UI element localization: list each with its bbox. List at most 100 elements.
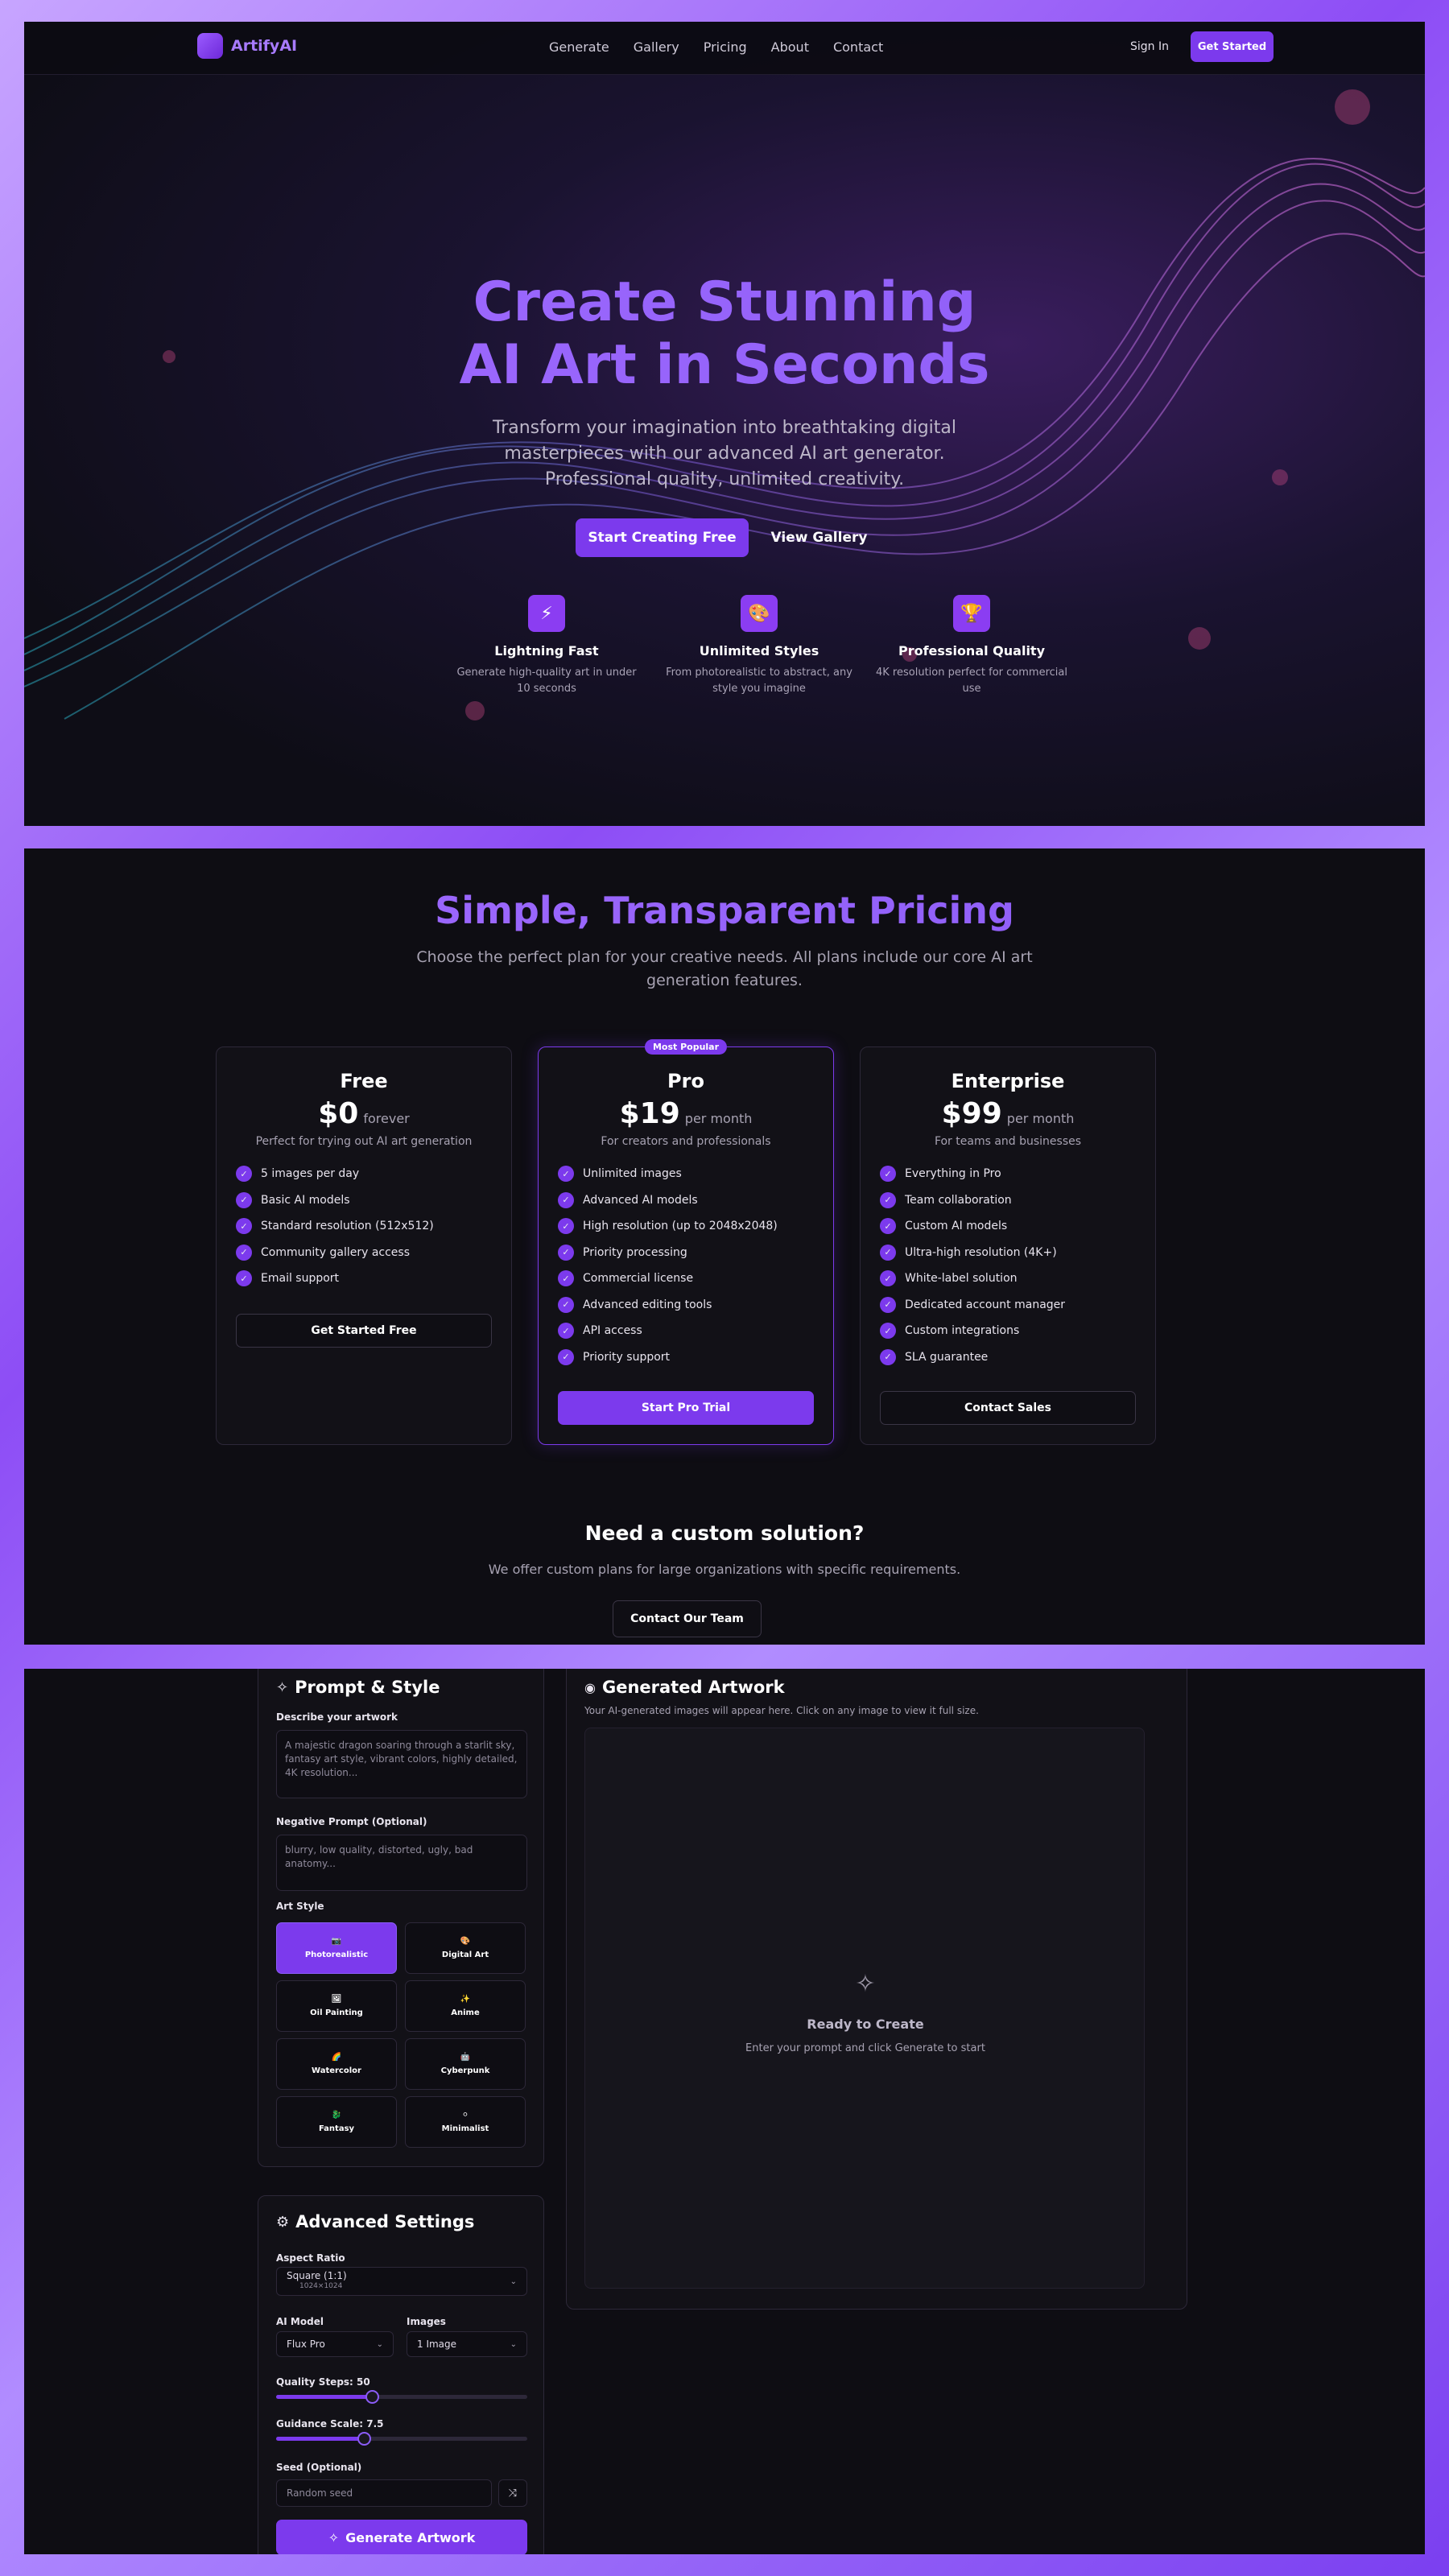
hero-subtitle: Transform your imagination into breathta… xyxy=(492,418,957,489)
feature-text: Standard resolution (512x512) xyxy=(261,1220,434,1233)
nav-link-pricing[interactable]: Pricing xyxy=(704,39,747,55)
contact-our-team-button[interactable]: Contact Our Team xyxy=(613,1600,762,1637)
describe-artwork-textarea[interactable]: A majestic dragon soaring through a star… xyxy=(276,1730,527,1798)
sparkle-icon: ✧ xyxy=(328,2529,340,2545)
slider-handle[interactable] xyxy=(357,2432,372,2446)
feature-text: Priority processing xyxy=(583,1245,687,1259)
style-oil-painting[interactable]: 🖼 Oil Painting xyxy=(276,1980,397,2032)
custom-solution-title: Need a custom solution? xyxy=(584,1521,865,1545)
shuffle-icon: ⤨ xyxy=(508,2487,518,2500)
feature-lightning-fast: ⚡ Lightning Fast Generate high-quality a… xyxy=(450,595,643,697)
list-item: ✓ Advanced AI models xyxy=(558,1187,833,1214)
check-icon: ✓ xyxy=(558,1348,574,1365)
style-photorealistic[interactable]: 📷 Photorealistic xyxy=(276,1922,397,1974)
generate-artwork-label: Generate Artwork xyxy=(345,2529,476,2545)
prompt-style-header: ✧ Prompt & Style xyxy=(276,1678,440,1697)
nav-link-generate[interactable]: Generate xyxy=(549,39,609,55)
feature-description: From photorealistic to abstract, any sty… xyxy=(666,667,852,695)
plan-period: per month xyxy=(684,1111,753,1126)
brand-logo[interactable]: ArtifyAI xyxy=(197,33,297,59)
chevron-down-icon: ⌄ xyxy=(376,2339,383,2349)
slider-fill xyxy=(276,2395,372,2399)
plan-name: Pro xyxy=(667,1070,704,1092)
feature-unlimited-styles: 🎨 Unlimited Styles From photorealistic t… xyxy=(663,595,856,697)
nav-link-gallery[interactable]: Gallery xyxy=(634,39,679,55)
top-navbar: ArtifyAI Generate Gallery Pricing About … xyxy=(24,22,1425,75)
list-item: ✓ Priority support xyxy=(558,1344,833,1371)
sparkle-icon: ✧ xyxy=(855,1970,876,1998)
get-started-button[interactable]: Get Started xyxy=(1191,31,1274,62)
aspect-ratio-select[interactable]: Square (1:1) 1024×1024 ⌄ xyxy=(276,2267,527,2296)
generator-panel: ✧ Prompt & Style Describe your artwork A… xyxy=(24,1669,1425,2554)
style-watercolor[interactable]: 🌈 Watercolor xyxy=(276,2038,397,2090)
style-digital-art[interactable]: 🎨 Digital Art xyxy=(405,1922,526,1974)
check-icon: ✓ xyxy=(236,1270,252,1287)
aspect-ratio-label: Aspect Ratio xyxy=(276,2252,345,2264)
feature-text: Community gallery access xyxy=(261,1245,411,1259)
plan-name: Enterprise xyxy=(951,1070,1065,1092)
pricing-title: Simple, Transparent Pricing xyxy=(24,889,1425,932)
list-item: ✓ Standard resolution (512x512) xyxy=(236,1213,511,1240)
nav-link-about[interactable]: About xyxy=(771,39,809,55)
nav-link-contact[interactable]: Contact xyxy=(833,39,883,55)
style-minimalist[interactable]: ⚪ Minimalist xyxy=(405,2096,526,2148)
list-item: ✓ Ultra-high resolution (4K+) xyxy=(880,1240,1155,1266)
hero-title-line1: Create Stunning xyxy=(24,271,1425,334)
slider-handle[interactable] xyxy=(365,2390,379,2404)
style-anime[interactable]: ✨ Anime xyxy=(405,1980,526,2032)
check-icon: ✓ xyxy=(236,1191,252,1208)
plan-amount: $19 xyxy=(619,1097,680,1130)
ai-model-value: Flux Pro xyxy=(287,2339,325,2350)
quality-steps-slider[interactable] xyxy=(276,2390,527,2404)
start-pro-trial-button[interactable]: Start Pro Trial xyxy=(558,1391,814,1425)
empty-state-title: Ready to Create xyxy=(807,2017,924,2032)
feature-text: SLA guarantee xyxy=(905,1350,989,1364)
describe-label: Describe your artwork xyxy=(276,1711,398,1723)
view-gallery-button[interactable]: View Gallery xyxy=(765,518,873,557)
list-item: ✓ SLA guarantee xyxy=(880,1344,1155,1371)
list-item: ✓ 5 images per day xyxy=(236,1161,511,1187)
contact-sales-button[interactable]: Contact Sales xyxy=(880,1391,1136,1425)
feature-title: Lightning Fast xyxy=(494,643,599,658)
check-icon: ✓ xyxy=(236,1166,252,1183)
empty-state-subtitle: Enter your prompt and click Generate to … xyxy=(745,2042,985,2054)
sign-in-link[interactable]: Sign In xyxy=(1130,40,1169,53)
get-started-free-button[interactable]: Get Started Free xyxy=(236,1314,492,1348)
feature-text: Team collaboration xyxy=(905,1193,1012,1207)
brand-name: ArtifyAI xyxy=(231,37,298,55)
plan-period: per month xyxy=(1006,1111,1075,1126)
check-icon: ✓ xyxy=(880,1296,896,1313)
feature-text: Dedicated account manager xyxy=(905,1298,1066,1311)
generated-artwork-card: ◉ Generated Artwork Your AI-generated im… xyxy=(566,1669,1187,2310)
check-icon: ✓ xyxy=(558,1218,574,1235)
list-item: ✓ Everything in Pro xyxy=(880,1161,1155,1187)
style-label: Watercolor xyxy=(312,2066,361,2075)
check-icon: ✓ xyxy=(880,1323,896,1340)
start-creating-button[interactable]: Start Creating Free xyxy=(576,518,749,557)
gear-icon: ⚙ xyxy=(276,2213,290,2231)
negative-prompt-textarea[interactable]: blurry, low quality, distorted, ugly, ba… xyxy=(276,1835,527,1891)
style-cyberpunk[interactable]: 🤖 Cyberpunk xyxy=(405,2038,526,2090)
list-item: ✓ Commercial license xyxy=(558,1265,833,1292)
feature-text: Advanced AI models xyxy=(583,1193,698,1207)
list-item: ✓ Unlimited images xyxy=(558,1161,833,1187)
generated-artwork-title: Generated Artwork xyxy=(601,1678,785,1697)
plan-feature-list: ✓ Unlimited images ✓ Advanced AI models ✓ H… xyxy=(558,1161,833,1370)
check-icon: ✓ xyxy=(558,1191,574,1208)
seed-input[interactable]: Random seed xyxy=(276,2479,492,2507)
plan-card-enterprise: Enterprise $99 per month For teams and bu… xyxy=(860,1046,1156,1445)
style-fantasy[interactable]: 🐉 Fantasy xyxy=(276,2096,397,2148)
list-item: ✓ API access xyxy=(558,1318,833,1344)
guidance-scale-slider[interactable] xyxy=(276,2432,527,2446)
sparkles-icon: ✨ xyxy=(460,1995,471,2004)
generate-artwork-button[interactable]: ✧ Generate Artwork xyxy=(276,2520,527,2554)
feature-text: Priority support xyxy=(583,1350,671,1364)
ai-model-select[interactable]: Flux Pro ⌄ xyxy=(276,2331,394,2357)
check-icon: ✓ xyxy=(880,1218,896,1235)
list-item: ✓ Advanced editing tools xyxy=(558,1292,833,1319)
aspect-ratio-name: Square (1:1) xyxy=(287,2270,347,2281)
plan-description: For teams and businesses xyxy=(934,1135,1082,1148)
randomize-seed-button[interactable]: ⤨ xyxy=(498,2479,527,2507)
advanced-settings-title: Advanced Settings xyxy=(295,2212,475,2231)
images-count-select[interactable]: 1 Image ⌄ xyxy=(407,2331,527,2357)
